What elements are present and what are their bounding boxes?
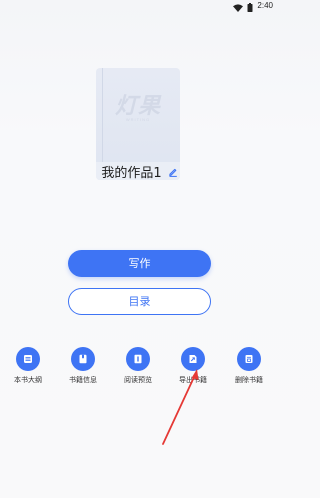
status-icons: 2:40 — [233, 0, 273, 12]
action-label: 导出书籍 — [179, 376, 207, 384]
action-label: 书籍信息 — [69, 376, 97, 384]
book-title: 我的作品1 — [101, 165, 162, 181]
pencil-icon[interactable] — [168, 162, 178, 181]
action-label: 阅读预览 — [124, 376, 152, 384]
delete-icon — [237, 347, 261, 371]
wifi-icon — [233, 0, 244, 16]
book-preview-icon — [126, 347, 150, 371]
cover-watermark-subtitle: WRITING — [125, 117, 151, 122]
action-export-book[interactable]: 导出书籍 — [166, 347, 220, 385]
status-time: 2:40 — [257, 1, 273, 10]
action-label: 本书大纲 — [14, 376, 42, 384]
list-icon — [16, 347, 40, 371]
action-outline[interactable]: 本书大纲 — [1, 347, 55, 385]
status-bar: 2:40 — [0, 0, 279, 12]
cover-watermark-title: 灯果 — [114, 94, 161, 119]
battery-icon — [247, 0, 253, 16]
action-delete-book[interactable]: 删除书籍 — [222, 347, 276, 385]
action-label: 删除书籍 — [235, 376, 263, 384]
write-button[interactable]: 写作 — [68, 250, 211, 277]
action-book-info[interactable]: 书籍信息 — [56, 347, 110, 385]
bookmark-icon — [71, 347, 95, 371]
book-title-row: 我的作品1 — [0, 161, 279, 181]
export-icon — [181, 347, 205, 371]
catalog-button[interactable]: 目录 — [68, 288, 211, 315]
action-read-preview[interactable]: 阅读预览 — [111, 347, 165, 385]
